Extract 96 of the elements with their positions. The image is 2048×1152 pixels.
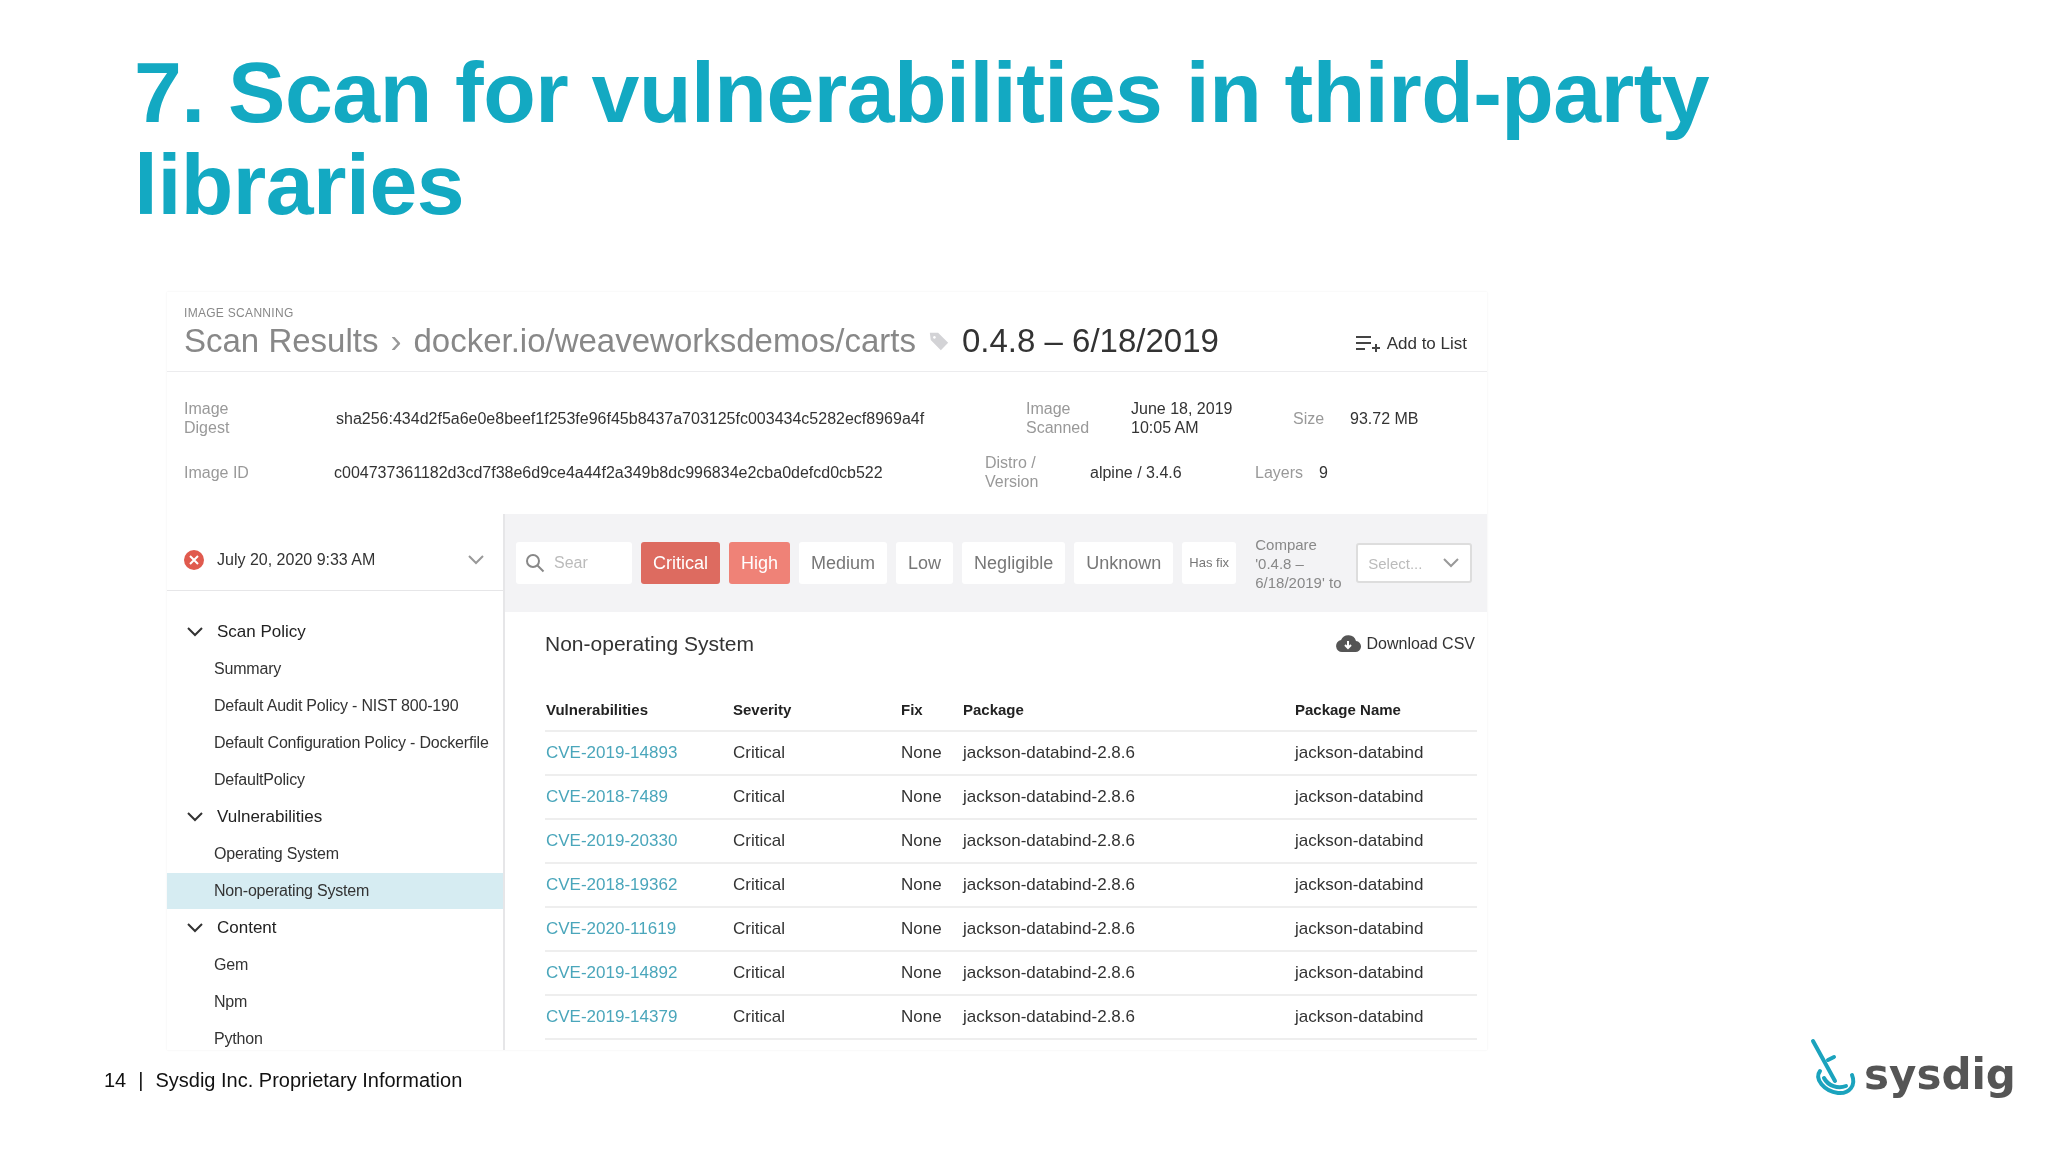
table-cell: jackson-databind-2.8.6 (963, 787, 1135, 806)
table-cell: None (901, 1007, 942, 1026)
tree-group[interactable]: Content (167, 909, 503, 946)
search-icon (525, 553, 545, 573)
page-number: 14 (104, 1069, 127, 1092)
cloud-download-icon (1334, 634, 1361, 654)
field-label: Layers (1255, 462, 1304, 482)
column-header: Severity (732, 688, 900, 731)
chevron-down-icon (187, 922, 203, 933)
tree-item[interactable]: Non-operating System (167, 873, 503, 909)
tag-icon (928, 330, 950, 352)
tree-item[interactable]: DefaultPolicy (167, 762, 503, 798)
add-list-icon (1354, 334, 1381, 354)
filter-chip[interactable]: Unknown (1074, 542, 1174, 584)
table-cell: Critical (733, 963, 785, 982)
slide-title: 7. Scan for vulnerabilities in third-party libraries (134, 46, 1711, 230)
column-header: Package (962, 688, 1294, 731)
filter-chip[interactable]: Critical (641, 542, 720, 584)
cve-link[interactable]: CVE-2018-7489 (546, 787, 668, 806)
cve-link[interactable]: CVE-2020-11619 (546, 919, 677, 938)
compare-label: Compare '0.4.8 – 6/18/2019' to (1255, 534, 1343, 592)
tree-item[interactable]: Gem (167, 947, 503, 983)
field-value: c004737361182d3cd7f38e6d9ce4a44f2a349b8dc996834e2cba0defcd0cb522 (334, 462, 883, 482)
search-field[interactable]: Sear (516, 542, 632, 584)
table-cell: Critical (733, 787, 785, 806)
panel-title: Non-operating System (545, 632, 754, 656)
field-label: Image Digest (184, 399, 231, 437)
tree-item[interactable]: Default Configuration Policy - Dockerfile (167, 725, 503, 761)
table-cell: None (901, 963, 942, 982)
field-value: June 18, 2019 10:05 AM (1131, 399, 1234, 437)
table-cell: jackson-databind (1295, 1007, 1424, 1026)
filter-chip[interactable]: Low (896, 542, 954, 584)
tree-item[interactable]: Default Audit Policy - NIST 800-190 (167, 688, 503, 724)
breadcrumb-separator: › (390, 322, 402, 360)
column-header: Package Name (1294, 688, 1477, 731)
table-cell: jackson-databind-2.8.6 (963, 743, 1135, 762)
cve-link[interactable]: CVE-2019-14893 (546, 743, 678, 762)
table-cell: jackson-databind (1295, 875, 1424, 894)
table-cell: Critical (733, 1007, 785, 1026)
chevron-down-icon (1442, 557, 1461, 569)
table-cell: Critical (733, 831, 785, 850)
add-to-list-button[interactable]: Add to List (1354, 334, 1467, 354)
table-cell: Critical (733, 743, 785, 762)
table-cell: jackson-databind-2.8.6 (963, 875, 1135, 894)
table-cell: jackson-databind-2.8.6 (963, 831, 1135, 850)
field-value: 9 (1319, 462, 1328, 482)
footer-separator: | (138, 1069, 144, 1092)
table-cell: jackson-databind-2.8.6 (963, 919, 1135, 938)
table-cell: jackson-databind (1295, 919, 1424, 938)
tree-group[interactable]: Vulnerabilities (167, 798, 503, 835)
field-label: Size (1293, 408, 1325, 428)
column-header: Fix (900, 688, 962, 731)
cve-link[interactable]: CVE-2019-20330 (546, 831, 678, 850)
filter-chip[interactable]: Negligible (962, 542, 1066, 584)
table-cell: None (901, 743, 942, 762)
image-tag: 0.4.8 – 6/18/2019 (962, 322, 1219, 360)
field-label: Image ID (184, 462, 249, 482)
tree-item[interactable]: Npm (167, 984, 503, 1020)
filter-chip[interactable]: Medium (799, 542, 888, 584)
tree-item[interactable]: Python (167, 1021, 503, 1050)
table-cell: Critical (733, 919, 785, 938)
table-cell: jackson-databind-2.8.6 (963, 963, 1135, 982)
footer-text: Sysdig Inc. Proprietary Information (155, 1069, 463, 1092)
image-name: docker.io/weaveworksdemos/carts (413, 322, 916, 360)
breadcrumb-link[interactable]: Scan Results (184, 322, 379, 360)
filter-chip[interactable]: High (729, 542, 791, 584)
table-cell: jackson-databind (1295, 831, 1424, 850)
cve-link[interactable]: CVE-2018-19362 (546, 875, 678, 894)
table-cell: None (901, 787, 942, 806)
table-cell: Critical (733, 875, 785, 894)
tree-item[interactable]: Summary (167, 651, 503, 687)
table-cell: None (901, 831, 942, 850)
chevron-down-icon (187, 626, 203, 637)
cve-link[interactable]: CVE-2019-14892 (546, 963, 678, 982)
filter-chip[interactable]: Has fix (1182, 542, 1237, 584)
table-cell: None (901, 919, 942, 938)
field-value: 93.72 MB (1350, 408, 1419, 428)
table-cell: None (901, 875, 942, 894)
chevron-down-icon (467, 554, 485, 566)
table-cell: jackson-databind (1295, 963, 1424, 982)
tree-group[interactable]: Scan Policy (167, 613, 503, 650)
table-cell: jackson-databind (1295, 787, 1424, 806)
download-csv-button[interactable]: Download CSV (1334, 634, 1475, 654)
section-label: IMAGE SCANNING (184, 306, 295, 320)
chevron-down-icon (187, 811, 203, 822)
field-label: Distro / Version (985, 453, 1040, 491)
column-header: Vulnerabilities (545, 688, 732, 731)
cve-link[interactable]: CVE-2019-14379 (546, 1007, 678, 1026)
field-value: alpine / 3.4.6 (1090, 462, 1183, 482)
scan-select[interactable]: July 20, 2020 9:33 AM (167, 530, 503, 591)
table-cell: jackson-databind (1295, 743, 1424, 762)
table-cell: jackson-databind-2.8.6 (963, 1007, 1135, 1026)
sysdig-logo: sysdig (1810, 1036, 2016, 1099)
field-label: Image Scanned (1026, 399, 1091, 437)
tree-item[interactable]: Operating System (167, 836, 503, 872)
field-value: sha256:434d2f5a6e0e8beef1f253fe96f45b8437a703125fc003434c5282ecf8969a4f (336, 408, 925, 428)
